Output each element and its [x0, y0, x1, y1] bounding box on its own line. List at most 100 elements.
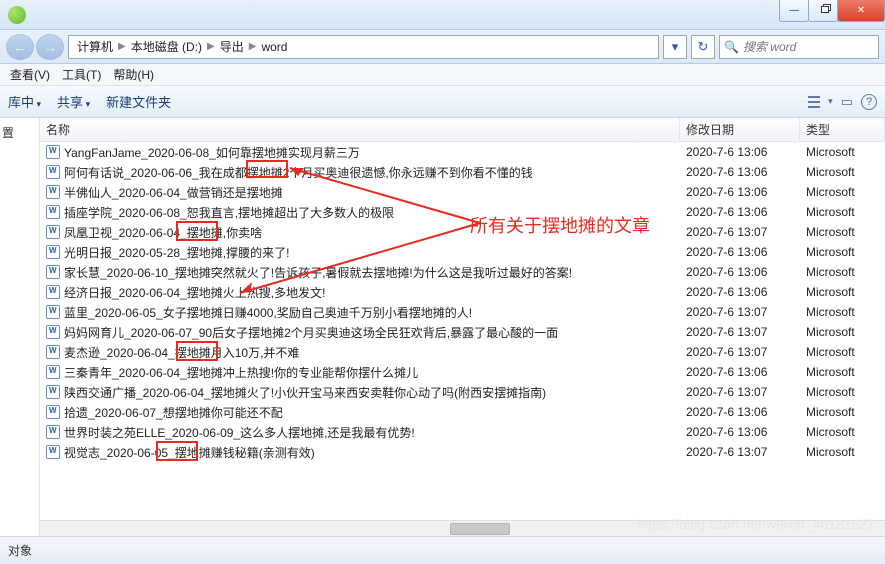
column-type[interactable]: 类型: [800, 118, 885, 141]
file-row[interactable]: 插座学院_2020-06-08_恕我直言,摆地摊超出了大多数人的极限 2020-7…: [40, 202, 885, 222]
file-row[interactable]: 家长慧_2020-06-10_摆地摊突然就火了!告诉孩子,暑假就去摆地摊!为什么…: [40, 262, 885, 282]
view-mode-button[interactable]: [808, 95, 820, 109]
toolbar-new-folder[interactable]: 新建文件夹: [106, 92, 171, 111]
file-row[interactable]: 阿何有话说_2020-06-06_我在成都摆地摊2个月买奥迪很遗憾,你永远赚不到…: [40, 162, 885, 182]
file-row[interactable]: 蓝里_2020-06-05_女子摆地摊日赚4000,奖励自己奥迪千万别小看摆地摊…: [40, 302, 885, 322]
view-dropdown-icon[interactable]: ▾: [828, 96, 833, 107]
file-row[interactable]: 凤凰卫视_2020-06-04_摆地摊,你卖啥2020-7-6 13:07Mic…: [40, 222, 885, 242]
file-date-cell: 2020-7-6 13:07: [680, 385, 800, 399]
file-name: 世界时装之苑ELLE_2020-06-09_这么多人摆地摊,还是我最有优势!: [64, 424, 415, 441]
titlebar: — ✕: [0, 0, 885, 30]
scrollbar-thumb[interactable]: [450, 523, 510, 535]
word-doc-icon: [46, 265, 60, 279]
file-date-cell: 2020-7-6 13:06: [680, 145, 800, 159]
file-type-cell: Microsoft: [800, 405, 885, 419]
help-button[interactable]: ?: [861, 94, 877, 110]
sidebar-item[interactable]: 置: [2, 122, 37, 143]
file-type-cell: Microsoft: [800, 145, 885, 159]
app-icon: [8, 6, 26, 24]
file-name: 阿何有话说_2020-06-06_我在成都摆地摊2个月买奥迪很遗憾,你永远赚不到…: [64, 164, 533, 181]
crumb-word[interactable]: word: [257, 40, 291, 54]
sidebar: 置: [0, 118, 40, 536]
crumb-export[interactable]: 导出: [216, 38, 248, 55]
file-row[interactable]: 光明日报_2020-05-28_摆地摊,撑腰的来了!2020-7-6 13:06…: [40, 242, 885, 262]
file-name-cell: 半佛仙人_2020-06-04_做营销还是摆地摊: [40, 184, 680, 201]
file-name-cell: 凤凰卫视_2020-06-04_摆地摊,你卖啥: [40, 224, 680, 241]
word-doc-icon: [46, 285, 60, 299]
file-name-cell: 三秦青年_2020-06-04_摆地摊冲上热搜!你的专业能帮你摆什么摊儿: [40, 364, 680, 381]
file-type-cell: Microsoft: [800, 425, 885, 439]
file-type-cell: Microsoft: [800, 445, 885, 459]
search-input[interactable]: 🔍 搜索 word: [719, 35, 879, 59]
file-row[interactable]: 拾遗_2020-06-07_想摆地摊你可能还不配2020-7-6 13:06Mi…: [40, 402, 885, 422]
file-name-cell: 家长慧_2020-06-10_摆地摊突然就火了!告诉孩子,暑假就去摆地摊!为什么…: [40, 264, 680, 281]
file-name-cell: 插座学院_2020-06-08_恕我直言,摆地摊超出了大多数人的极限: [40, 204, 680, 221]
file-row[interactable]: 世界时装之苑ELLE_2020-06-09_这么多人摆地摊,还是我最有优势!20…: [40, 422, 885, 442]
file-date-cell: 2020-7-6 13:06: [680, 205, 800, 219]
word-doc-icon: [46, 405, 60, 419]
file-name: 陕西交通广播_2020-06-04_摆地摊火了!小伙开宝马来西安卖鞋你心动了吗(…: [64, 384, 546, 401]
watermark: https://blog.csdn.net/weixin_46181627: [637, 516, 875, 532]
file-row[interactable]: 视觉志_2020-06-05_摆地摊赚钱秘籍(亲测有效)2020-7-6 13:…: [40, 442, 885, 462]
file-row[interactable]: 妈妈网育儿_2020-06-07_90后女子摆地摊2个月买奥迪这场全民狂欢背后,…: [40, 322, 885, 342]
history-dropdown-button[interactable]: ▾: [663, 35, 687, 59]
file-type-cell: Microsoft: [800, 385, 885, 399]
toolbar-include-library[interactable]: 库中: [8, 92, 41, 111]
file-name: YangFanJame_2020-06-08_如何靠摆地摊实现月薪三万: [64, 144, 360, 161]
file-row[interactable]: 麦杰逊_2020-06-04_摆地摊月入10万,并不难2020-7-6 13:0…: [40, 342, 885, 362]
file-name-cell: 阿何有话说_2020-06-06_我在成都摆地摊2个月买奥迪很遗憾,你永远赚不到…: [40, 164, 680, 181]
close-button[interactable]: ✕: [837, 0, 885, 22]
file-name: 三秦青年_2020-06-04_摆地摊冲上热搜!你的专业能帮你摆什么摊儿: [64, 364, 418, 381]
crumb-drive[interactable]: 本地磁盘 (D:): [127, 38, 206, 55]
word-doc-icon: [46, 325, 60, 339]
refresh-button[interactable]: ↻: [691, 35, 715, 59]
preview-pane-button[interactable]: ▭: [841, 94, 853, 110]
file-type-cell: Microsoft: [800, 225, 885, 239]
column-name[interactable]: 名称: [40, 118, 680, 141]
file-row[interactable]: 经济日报_2020-06-04_摆地摊火上热搜,多地发文! 2020-7-6 13…: [40, 282, 885, 302]
file-type-cell: Microsoft: [800, 205, 885, 219]
file-date-cell: 2020-7-6 13:07: [680, 345, 800, 359]
file-name-cell: 拾遗_2020-06-07_想摆地摊你可能还不配: [40, 404, 680, 421]
file-date-cell: 2020-7-6 13:06: [680, 285, 800, 299]
main-area: 置 名称 修改日期 类型 YangFanJame_2020-06-08_如何靠摆…: [0, 118, 885, 536]
word-doc-icon: [46, 445, 60, 459]
word-doc-icon: [46, 225, 60, 239]
chevron-right-icon: ▶: [248, 41, 258, 52]
word-doc-icon: [46, 305, 60, 319]
toolbar-share[interactable]: 共享: [57, 92, 90, 111]
toolbar: 库中 共享 新建文件夹 ▾ ▭ ?: [0, 86, 885, 118]
breadcrumb[interactable]: 计算机▶ 本地磁盘 (D:)▶ 导出▶ word: [68, 35, 659, 59]
file-rows: YangFanJame_2020-06-08_如何靠摆地摊实现月薪三万 2020-…: [40, 142, 885, 462]
column-headers: 名称 修改日期 类型: [40, 118, 885, 142]
file-date-cell: 2020-7-6 13:07: [680, 325, 800, 339]
nav-back-button[interactable]: ←: [6, 34, 34, 60]
file-row[interactable]: 陕西交通广播_2020-06-04_摆地摊火了!小伙开宝马来西安卖鞋你心动了吗(…: [40, 382, 885, 402]
word-doc-icon: [46, 205, 60, 219]
column-date[interactable]: 修改日期: [680, 118, 800, 141]
crumb-computer[interactable]: 计算机: [73, 38, 117, 55]
menu-help[interactable]: 帮助(H): [107, 64, 160, 85]
file-name-cell: 麦杰逊_2020-06-04_摆地摊月入10万,并不难: [40, 344, 680, 361]
file-row[interactable]: 三秦青年_2020-06-04_摆地摊冲上热搜!你的专业能帮你摆什么摊儿 2020…: [40, 362, 885, 382]
file-row[interactable]: YangFanJame_2020-06-08_如何靠摆地摊实现月薪三万 2020-…: [40, 142, 885, 162]
file-date-cell: 2020-7-6 13:06: [680, 185, 800, 199]
word-doc-icon: [46, 245, 60, 259]
menu-tools[interactable]: 工具(T): [56, 64, 107, 85]
menu-bar: 查看(V) 工具(T) 帮助(H): [0, 64, 885, 86]
file-date-cell: 2020-7-6 13:07: [680, 225, 800, 239]
file-name: 插座学院_2020-06-08_恕我直言,摆地摊超出了大多数人的极限: [64, 204, 394, 221]
word-doc-icon: [46, 345, 60, 359]
file-type-cell: Microsoft: [800, 165, 885, 179]
search-icon: 🔍: [724, 40, 739, 54]
file-name: 经济日报_2020-06-04_摆地摊火上热搜,多地发文!: [64, 284, 325, 301]
file-name-cell: 世界时装之苑ELLE_2020-06-09_这么多人摆地摊,还是我最有优势!: [40, 424, 680, 441]
file-date-cell: 2020-7-6 13:06: [680, 365, 800, 379]
status-bar: 对象: [0, 536, 885, 564]
minimize-button[interactable]: —: [779, 0, 809, 22]
menu-view[interactable]: 查看(V): [4, 64, 56, 85]
nav-forward-button[interactable]: →: [36, 34, 64, 60]
file-row[interactable]: 半佛仙人_2020-06-04_做营销还是摆地摊2020-7-6 13:06Mi…: [40, 182, 885, 202]
maximize-button[interactable]: [808, 0, 838, 22]
file-type-cell: Microsoft: [800, 325, 885, 339]
